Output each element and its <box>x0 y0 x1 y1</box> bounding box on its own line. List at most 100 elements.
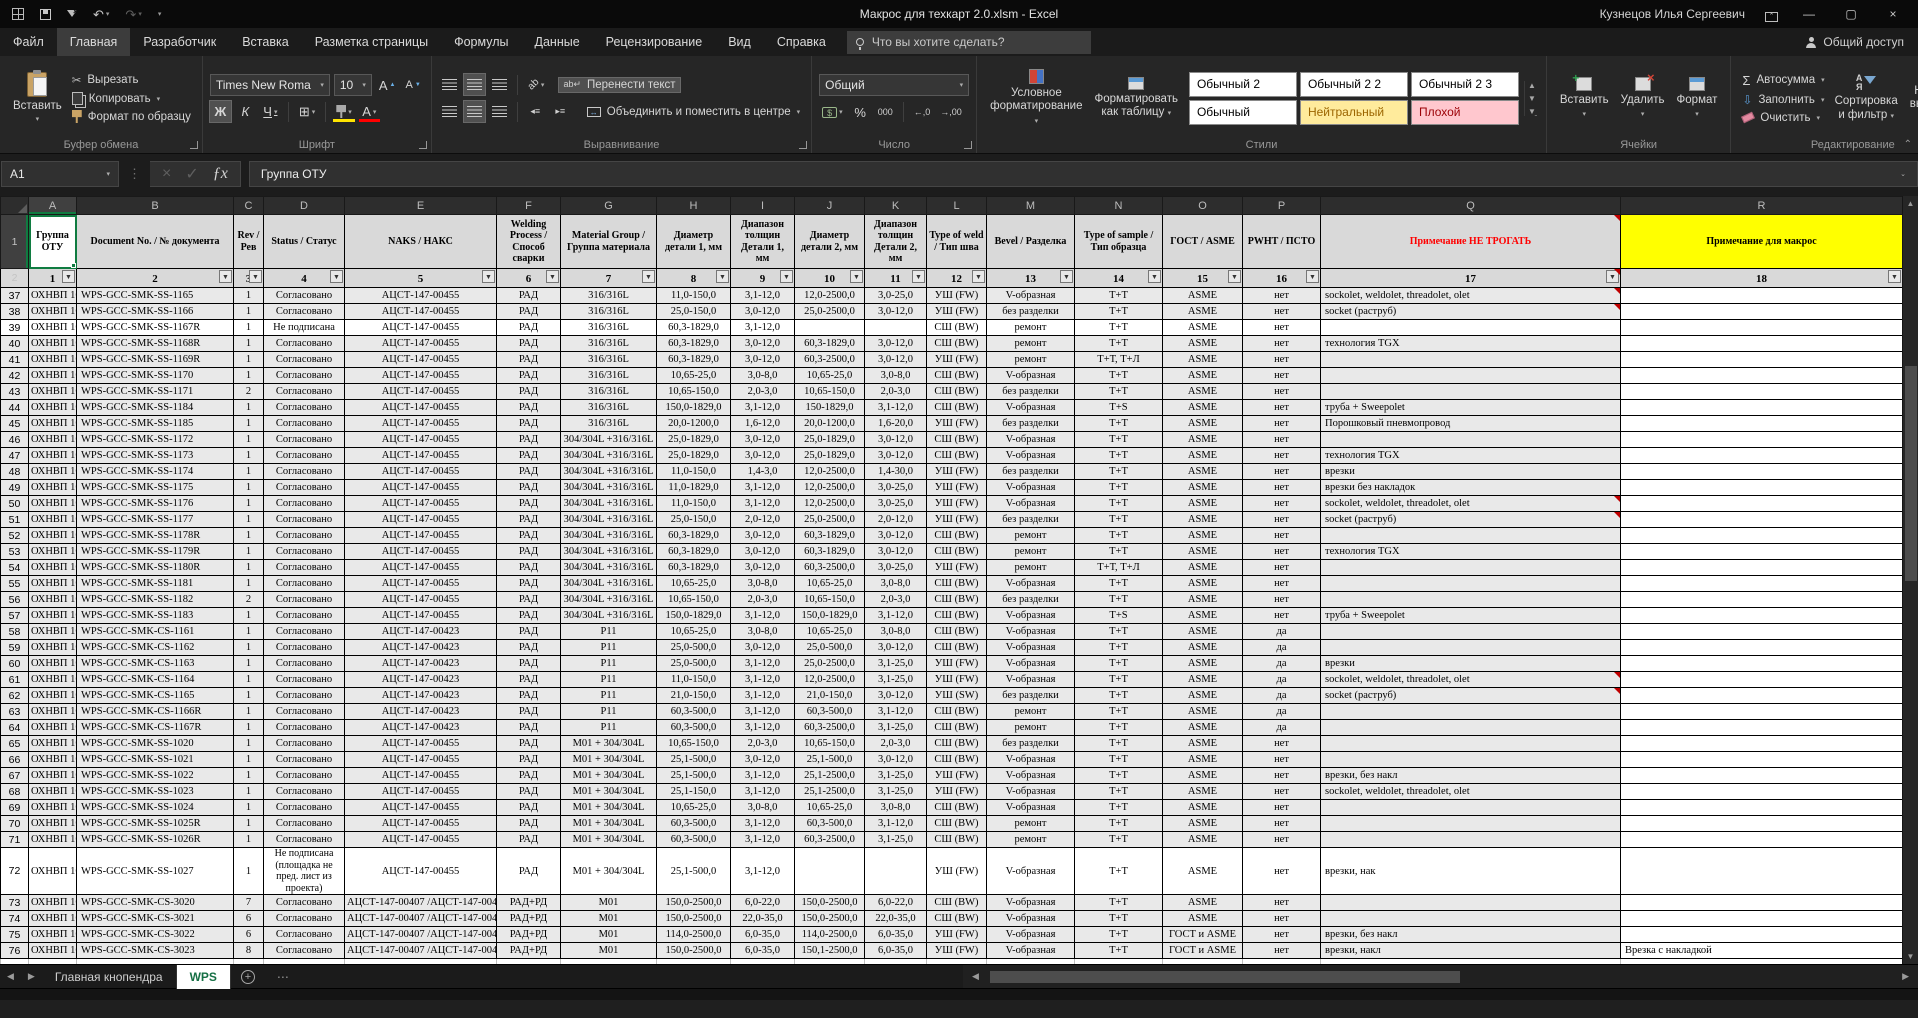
cell-H46[interactable]: 25,0-1829,0 <box>657 432 731 448</box>
confirm-entry-icon[interactable]: ✓ <box>185 164 198 184</box>
cell-L69[interactable]: СШ (BW) <box>927 800 987 816</box>
cell-F42[interactable]: РАД <box>497 368 561 384</box>
cell-A38[interactable]: ОХНВП 16 <box>29 304 77 320</box>
filter-dropdown-icon[interactable]: ▼ <box>546 270 559 283</box>
cell-E48[interactable]: АЦСТ-147-00455 <box>345 464 497 480</box>
cell-I55[interactable]: 3,0-8,0 <box>731 576 795 592</box>
cell-L73[interactable]: СШ (BW) <box>927 895 987 911</box>
align-middle-icon[interactable] <box>464 74 485 95</box>
cell-R69[interactable] <box>1621 800 1903 816</box>
cell-H58[interactable]: 10,65-25,0 <box>657 624 731 640</box>
filter-dropdown-icon[interactable]: ▼ <box>1060 270 1073 283</box>
filter-dropdown-icon[interactable]: ▼ <box>780 270 793 283</box>
cell-A42[interactable]: ОХНВП 16 <box>29 368 77 384</box>
cell-E66[interactable]: АЦСТ-147-00455 <box>345 752 497 768</box>
cell-I50[interactable]: 3,1-12,0 <box>731 496 795 512</box>
cell-B51[interactable]: WPS-GCC-SMK-SS-1177 <box>77 512 234 528</box>
row-header-61[interactable]: 61 <box>1 672 29 688</box>
cell-C55[interactable]: 1 <box>234 576 264 592</box>
cell-E65[interactable]: АЦСТ-147-00455 <box>345 736 497 752</box>
collapse-ribbon-icon[interactable]: ⌃ <box>1904 139 1912 150</box>
filter-cell-10[interactable]: 10▼ <box>795 269 865 288</box>
shrink-font-button[interactable]: А▼ <box>403 75 424 96</box>
gallery-up-icon[interactable]: ▲ <box>1528 81 1536 90</box>
cell-F65[interactable]: РАД <box>497 736 561 752</box>
row-header-69[interactable]: 69 <box>1 800 29 816</box>
cell-G76[interactable]: M01 <box>561 943 657 959</box>
cell-E37[interactable]: АЦСТ-147-00455 <box>345 288 497 304</box>
column-header-G[interactable]: G <box>561 197 657 215</box>
cell-E44[interactable]: АЦСТ-147-00455 <box>345 400 497 416</box>
cell-M70[interactable]: ремонт <box>987 816 1075 832</box>
cell-I49[interactable]: 3,1-12,0 <box>731 480 795 496</box>
cell-P69[interactable]: нет <box>1243 800 1321 816</box>
cell-P67[interactable]: нет <box>1243 768 1321 784</box>
cell-M75[interactable]: V-образная <box>987 927 1075 943</box>
cell-B68[interactable]: WPS-GCC-SMK-SS-1023 <box>77 784 234 800</box>
cell-J66[interactable]: 25,1-500,0 <box>795 752 865 768</box>
cell-K74[interactable]: 22,0-35,0 <box>865 911 927 927</box>
row-header-65[interactable]: 65 <box>1 736 29 752</box>
cell-J63[interactable]: 60,3-500,0 <box>795 704 865 720</box>
cell-H73[interactable]: 150,0-2500,0 <box>657 895 731 911</box>
cell-A72[interactable]: ОХНВП 16 <box>29 848 77 895</box>
cell-B59[interactable]: WPS-GCC-SMK-CS-1162 <box>77 640 234 656</box>
cell-P73[interactable]: нет <box>1243 895 1321 911</box>
fill-button[interactable]: ⇩Заполнить▾ <box>1738 92 1828 108</box>
cell-M59[interactable]: V-образная <box>987 640 1075 656</box>
cell-L50[interactable]: УШ (FW) <box>927 496 987 512</box>
clear-button[interactable]: Очистить▾ <box>1738 111 1828 125</box>
cell-E64[interactable]: АЦСТ-147-00423 <box>345 720 497 736</box>
cell-E75[interactable]: АЦСТ-147-00407 /АЦСТ-147-00455 <box>345 927 497 943</box>
filter-dropdown-icon[interactable]: ▼ <box>972 270 985 283</box>
filter-cell-13[interactable]: 13▼ <box>987 269 1075 288</box>
cell-N67[interactable]: Т+Т <box>1075 768 1163 784</box>
cell-G55[interactable]: 304/304L +316/316L <box>561 576 657 592</box>
cell-G72[interactable]: M01 + 304/304L <box>561 848 657 895</box>
cell-B40[interactable]: WPS-GCC-SMK-SS-1168R <box>77 336 234 352</box>
cell-C70[interactable]: 1 <box>234 816 264 832</box>
cell-J70[interactable]: 60,3-500,0 <box>795 816 865 832</box>
format-painter-button[interactable]: Формат по образцу <box>68 109 195 124</box>
cell-M62[interactable]: без разделки <box>987 688 1075 704</box>
cell-B64[interactable]: WPS-GCC-SMK-CS-1167R <box>77 720 234 736</box>
cell-G48[interactable]: 304/304L +316/316L <box>561 464 657 480</box>
row-header-68[interactable]: 68 <box>1 784 29 800</box>
cell-G75[interactable]: M01 <box>561 927 657 943</box>
cell-B43[interactable]: WPS-GCC-SMK-SS-1171 <box>77 384 234 400</box>
paste-button[interactable]: Вставить▾ <box>7 61 68 135</box>
cell-P43[interactable]: нет <box>1243 384 1321 400</box>
cell-H54[interactable]: 60,3-1829,0 <box>657 560 731 576</box>
menu-tab-Рецензирование[interactable]: Рецензирование <box>593 28 716 56</box>
cell-K61[interactable]: 3,1-25,0 <box>865 672 927 688</box>
cell-G53[interactable]: 304/304L +316/316L <box>561 544 657 560</box>
cell-empty[interactable] <box>345 959 497 965</box>
cell-O56[interactable]: ASME <box>1163 592 1243 608</box>
cell-O43[interactable]: ASME <box>1163 384 1243 400</box>
filter-dropdown-icon[interactable]: ▼ <box>716 270 729 283</box>
cell-I52[interactable]: 3,0-12,0 <box>731 528 795 544</box>
cell-G64[interactable]: P11 <box>561 720 657 736</box>
menu-tab-Справка[interactable]: Справка <box>764 28 839 56</box>
tell-me-search-input[interactable]: Что вы хотите сделать? <box>847 31 1091 54</box>
cell-K37[interactable]: 3,0-25,0 <box>865 288 927 304</box>
cell-R61[interactable] <box>1621 672 1903 688</box>
cell-D73[interactable]: Согласовано <box>264 895 345 911</box>
cell-F75[interactable]: РАД+РД <box>497 927 561 943</box>
cell-A66[interactable]: ОХНВП 16 <box>29 752 77 768</box>
cell-E50[interactable]: АЦСТ-147-00455 <box>345 496 497 512</box>
cell-P48[interactable]: нет <box>1243 464 1321 480</box>
cell-F63[interactable]: РАД <box>497 704 561 720</box>
cell-M47[interactable]: V-образная <box>987 448 1075 464</box>
cell-P61[interactable]: да <box>1243 672 1321 688</box>
cell-C59[interactable]: 1 <box>234 640 264 656</box>
cell-N56[interactable]: Т+Т <box>1075 592 1163 608</box>
cell-C62[interactable]: 1 <box>234 688 264 704</box>
cell-H74[interactable]: 150,0-2500,0 <box>657 911 731 927</box>
cell-E43[interactable]: АЦСТ-147-00455 <box>345 384 497 400</box>
cell-M51[interactable]: без разделки <box>987 512 1075 528</box>
cell-N55[interactable]: Т+Т <box>1075 576 1163 592</box>
cell-N57[interactable]: Т+S <box>1075 608 1163 624</box>
align-bottom-icon[interactable] <box>489 74 510 95</box>
cell-A39[interactable]: ОХНВП 16 <box>29 320 77 336</box>
